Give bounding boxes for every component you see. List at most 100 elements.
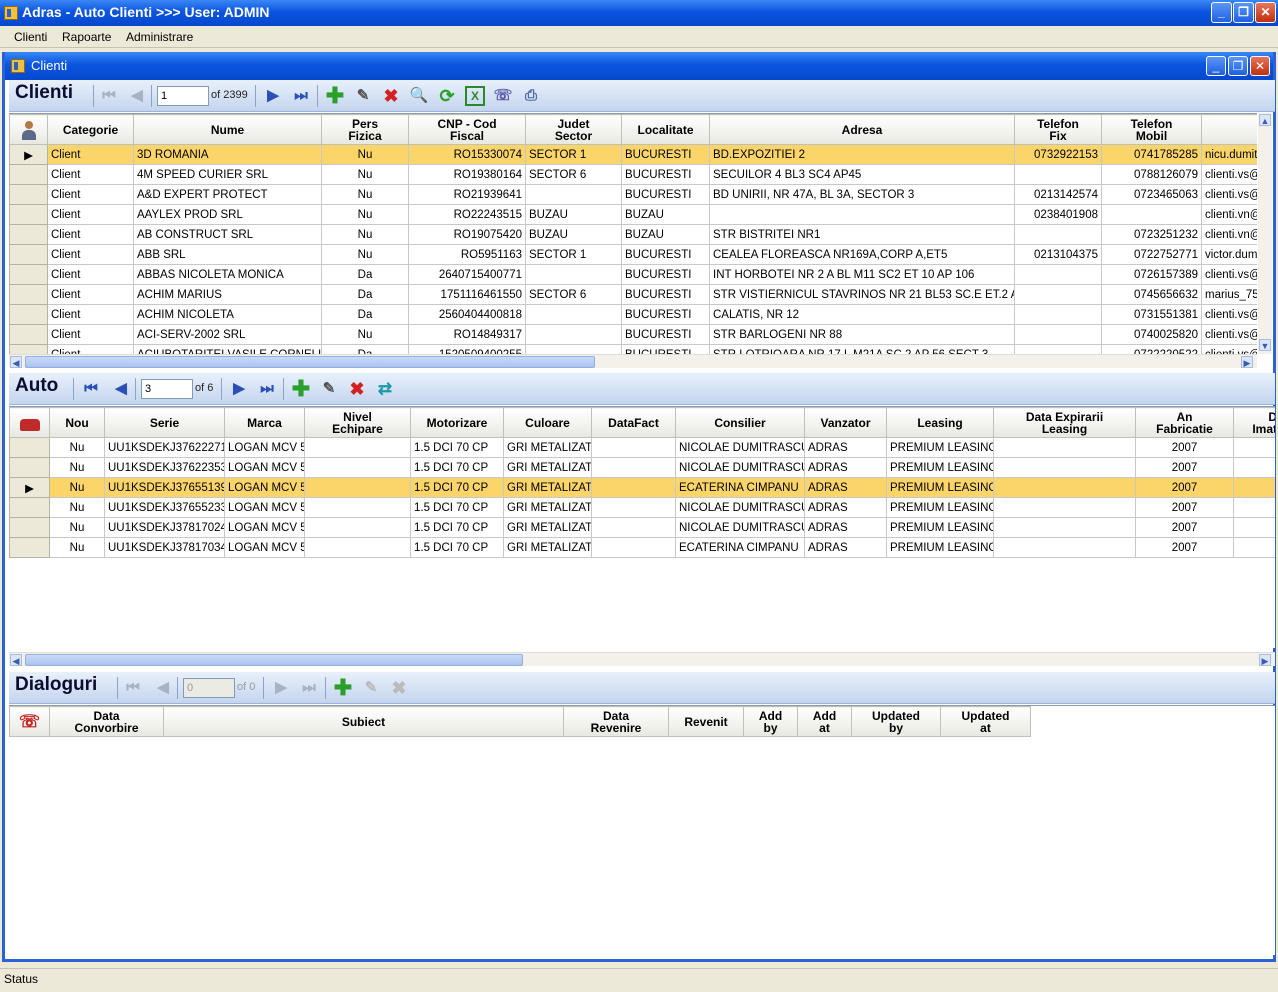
row-header[interactable] bbox=[9, 164, 48, 185]
auto-cell[interactable] bbox=[1233, 517, 1275, 538]
auto-cell[interactable]: ADRAS bbox=[804, 437, 887, 458]
auto-cell[interactable]: PREMIUM LEASING bbox=[886, 497, 994, 518]
row-header[interactable] bbox=[9, 204, 48, 225]
col-telefon-fix[interactable]: Telefon Fix bbox=[1014, 114, 1102, 145]
auto-row[interactable]: Nu UU1KSDEKJ37655233 LOGAN MCV 5 1.5 DCI 70… bbox=[9, 497, 1275, 518]
auto-cell[interactable] bbox=[1233, 437, 1275, 458]
row-header[interactable] bbox=[9, 244, 48, 265]
auto-cell[interactable]: UU1KSDEKJ37622271 bbox=[104, 437, 225, 458]
auto-cell[interactable]: Nu bbox=[49, 437, 105, 458]
auto-row[interactable]: Nu UU1KSDEKJ37817024 LOGAN MCV 5 1.5 DCI 70… bbox=[9, 517, 1275, 538]
clienti-cell[interactable]: BD.EXPOZITIEI 2 bbox=[709, 144, 1015, 165]
menu-administrare[interactable]: Administrare bbox=[126, 30, 193, 44]
row-header[interactable] bbox=[9, 224, 48, 245]
scroll-left-icon[interactable]: ◀ bbox=[10, 356, 22, 368]
add-icon[interactable]: ✚ bbox=[333, 677, 353, 699]
auto-cell[interactable] bbox=[591, 497, 676, 518]
row-header[interactable] bbox=[9, 304, 48, 325]
col-nume[interactable]: Nume bbox=[133, 114, 322, 145]
clienti-cell[interactable]: SECUILOR 4 BL3 SC4 AP45 bbox=[709, 164, 1015, 185]
col-updated-by[interactable]: Updated by bbox=[851, 706, 941, 737]
col-datafact[interactable]: DataFact bbox=[591, 407, 676, 438]
scroll-left-icon[interactable]: ◀ bbox=[10, 654, 22, 666]
excel-export-icon[interactable]: X bbox=[465, 86, 485, 106]
auto-cell[interactable]: 2007 bbox=[1135, 477, 1234, 498]
clienti-cell[interactable]: RO15330074 bbox=[408, 144, 526, 165]
auto-cell[interactable] bbox=[1233, 457, 1275, 478]
scroll-right-icon[interactable]: ▶ bbox=[1241, 356, 1253, 368]
auto-cell[interactable] bbox=[993, 497, 1136, 518]
auto-cell[interactable]: ECATERINA CIMPANU bbox=[675, 477, 805, 498]
clienti-cell[interactable]: RO22243515 bbox=[408, 204, 526, 225]
clienti-cell[interactable]: BD UNIRII, NR 47A, BL 3A, SECTOR 3 bbox=[709, 184, 1015, 205]
clienti-cell[interactable]: 0740025820 bbox=[1101, 324, 1202, 345]
clienti-cell[interactable]: BUCURESTI bbox=[621, 344, 710, 354]
menu-rapoarte[interactable]: Rapoarte bbox=[62, 30, 111, 44]
clienti-cell[interactable]: clienti.vs@ bbox=[1201, 324, 1257, 345]
auto-cell[interactable]: 2007 bbox=[1135, 517, 1234, 538]
clienti-cell[interactable] bbox=[525, 304, 622, 325]
auto-cell[interactable]: LOGAN MCV 5 bbox=[224, 477, 305, 498]
clienti-cell[interactable]: ACIUBOTARITEI VASILE CORNELIU bbox=[133, 344, 322, 354]
col-nou[interactable]: Nou bbox=[49, 407, 105, 438]
clienti-cell[interactable]: RO14849317 bbox=[408, 324, 526, 345]
auto-cell[interactable] bbox=[591, 517, 676, 538]
auto-cell[interactable] bbox=[1233, 537, 1275, 558]
clienti-cell[interactable] bbox=[1014, 324, 1102, 345]
auto-cell[interactable]: ADRAS bbox=[804, 517, 887, 538]
auto-cell[interactable]: ECATERINA CIMPANU bbox=[675, 537, 805, 558]
col-pers-fizica[interactable]: Pers Fizica bbox=[321, 114, 409, 145]
col-judet-sector[interactable]: Judet Sector bbox=[525, 114, 622, 145]
auto-horizontal-scrollbar[interactable]: ◀ ▶ bbox=[9, 652, 1275, 666]
clienti-cell[interactable]: BUCURESTI bbox=[621, 164, 710, 185]
add-icon[interactable]: ✚ bbox=[325, 85, 345, 107]
clienti-cell[interactable]: Client bbox=[47, 204, 134, 225]
clienti-cell[interactable]: BUCURESTI bbox=[621, 264, 710, 285]
auto-cell[interactable]: GRI METALIZAT bbox=[503, 497, 592, 518]
row-header[interactable]: ▶ bbox=[9, 144, 48, 165]
scroll-down-icon[interactable]: ▼ bbox=[1259, 339, 1271, 351]
clienti-cell[interactable]: BUCURESTI bbox=[621, 244, 710, 265]
clienti-cell[interactable]: AAYLEX PROD SRL bbox=[133, 204, 322, 225]
auto-row[interactable]: Nu UU1KSDEKJ37622353 LOGAN MCV 5 1.5 DCI 70… bbox=[9, 457, 1275, 478]
auto-cell[interactable] bbox=[304, 537, 411, 558]
clienti-cell[interactable]: 1751116461550 bbox=[408, 284, 526, 305]
auto-cell[interactable]: 1.5 DCI 70 CP bbox=[410, 537, 504, 558]
clienti-row[interactable]: Client A&D EXPERT PROTECT Nu RO21939641 BUCU… bbox=[9, 184, 1257, 205]
clienti-cell[interactable]: Da bbox=[321, 264, 409, 285]
col-marca[interactable]: Marca bbox=[224, 407, 305, 438]
auto-cell[interactable] bbox=[304, 497, 411, 518]
menu-clienti[interactable]: Clienti bbox=[14, 30, 47, 44]
auto-cell[interactable] bbox=[1233, 477, 1275, 498]
clienti-cell[interactable]: STR VISTIERNICUL STAVRINOS NR 21 BL53 SC… bbox=[709, 284, 1015, 305]
clienti-cell[interactable]: BUZAU bbox=[525, 224, 622, 245]
clienti-cell[interactable]: nicu.dumitr bbox=[1201, 144, 1257, 165]
clienti-cell[interactable]: 0745656632 bbox=[1101, 284, 1202, 305]
clienti-row[interactable]: Client AB CONSTRUCT SRL Nu RO19075420 BUZAU B… bbox=[9, 224, 1257, 245]
clienti-position-input[interactable] bbox=[157, 86, 209, 106]
auto-cell[interactable] bbox=[993, 457, 1136, 478]
auto-cell[interactable]: Nu bbox=[49, 537, 105, 558]
clienti-cell[interactable]: 0788126079 bbox=[1101, 164, 1202, 185]
auto-cell[interactable] bbox=[304, 457, 411, 478]
auto-cell[interactable] bbox=[304, 477, 411, 498]
auto-cell[interactable]: GRI METALIZAT bbox=[503, 437, 592, 458]
row-header[interactable] bbox=[9, 284, 48, 305]
maximize-button[interactable]: ❐ bbox=[1233, 2, 1254, 23]
col-consilier[interactable]: Consilier bbox=[675, 407, 805, 438]
clienti-cell[interactable]: ACI-SERV-2002 SRL bbox=[133, 324, 322, 345]
clienti-cell[interactable]: Nu bbox=[321, 244, 409, 265]
clienti-cell[interactable]: STR LOTRIOARA NR 17 L M21A SC 2 AP 56 SE… bbox=[709, 344, 1015, 354]
col-leasing[interactable]: Leasing bbox=[886, 407, 994, 438]
auto-cell[interactable]: PREMIUM LEASING bbox=[886, 477, 994, 498]
clienti-cell[interactable]: 0731551381 bbox=[1101, 304, 1202, 325]
auto-cell[interactable] bbox=[993, 477, 1136, 498]
clienti-cell[interactable]: Nu bbox=[321, 324, 409, 345]
clienti-cell[interactable]: SECTOR 1 bbox=[525, 144, 622, 165]
child-maximize-button[interactable]: ❐ bbox=[1228, 56, 1248, 76]
next-record-icon[interactable]: ▶ bbox=[229, 379, 249, 399]
clienti-cell[interactable]: Da bbox=[321, 284, 409, 305]
clienti-row[interactable]: Client 4M SPEED CURIER SRL Nu RO19380164 SEC… bbox=[9, 164, 1257, 185]
clienti-cell[interactable]: 0722752771 bbox=[1101, 244, 1202, 265]
clienti-cell[interactable]: Client bbox=[47, 164, 134, 185]
